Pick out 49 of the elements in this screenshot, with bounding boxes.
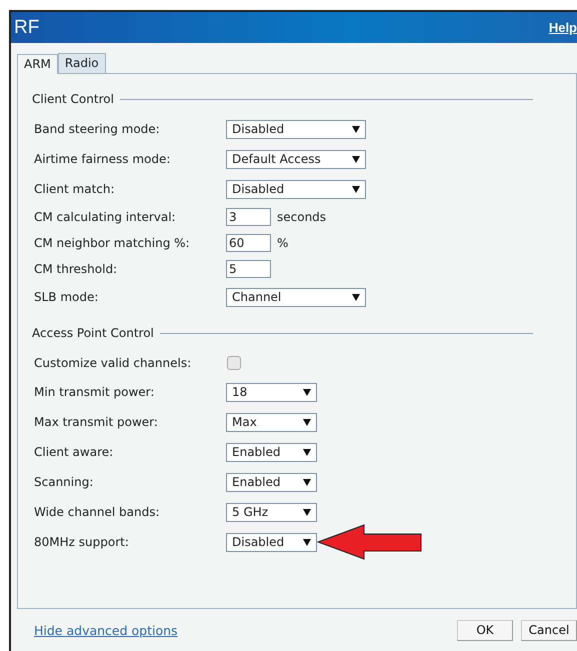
field-label: Wide channel bands: [34,505,161,519]
dropdown[interactable]: Channel [226,288,366,306]
field-label: Band steering mode: [34,122,161,136]
field-label: Max transmit power: [34,415,159,429]
dropdown[interactable]: Disabled [226,180,366,198]
help-link[interactable]: Help [548,20,577,35]
caret-icon [303,418,311,426]
dropdown[interactable]: 5 GHz [226,502,317,522]
dropdown[interactable]: 18 [226,382,317,402]
field-label: Client match: [34,182,116,196]
field-label: Airtime fairness mode: [34,152,172,166]
input-field[interactable]: 60 [226,234,271,252]
field-label: SLB mode: [34,290,100,304]
section-title: Access Point Control [32,326,155,340]
caret-icon [352,186,360,192]
field-label: Customize valid channels: [34,356,192,370]
caret-icon [352,156,360,162]
caret-icon [303,508,311,516]
caret-icon [303,388,311,396]
field-label: CM calculating interval: [34,210,177,224]
dropdown[interactable]: Default Access [226,150,366,168]
tab[interactable]: Radio [58,53,106,73]
field-label: Scanning: [34,475,94,489]
field-label: Min transmit power: [34,385,156,399]
field-label: CM neighbor matching %: [34,236,191,250]
input-field[interactable]: 5 [226,260,271,278]
field-label: 80MHz support: [34,535,130,549]
section-title: Client Control [32,92,115,106]
dropdown[interactable]: Max [226,412,317,432]
input-field[interactable]: 3 [226,208,271,226]
caret-icon [303,448,311,456]
unit-label: % [277,236,288,250]
dialog-button[interactable]: OK [457,620,513,640]
dropdown[interactable]: Enabled [226,472,317,492]
dropdown[interactable]: Enabled [226,442,317,462]
caret-icon [352,294,360,300]
caret-icon [303,538,311,546]
hide-advanced-link[interactable]: Hide advanced options [34,622,178,638]
caret-icon [352,126,360,132]
dropdown[interactable]: Disabled [226,532,317,552]
window-title: RF [14,16,40,38]
unit-label: seconds [277,210,326,224]
caret-icon [303,478,311,486]
checkbox[interactable] [227,356,241,370]
dropdown[interactable]: Disabled [226,120,366,138]
tab[interactable]: ARM [17,54,58,74]
field-label: Client aware: [34,445,114,459]
field-label: CM threshold: [34,262,118,276]
dialog-button[interactable]: Cancel [521,620,577,640]
